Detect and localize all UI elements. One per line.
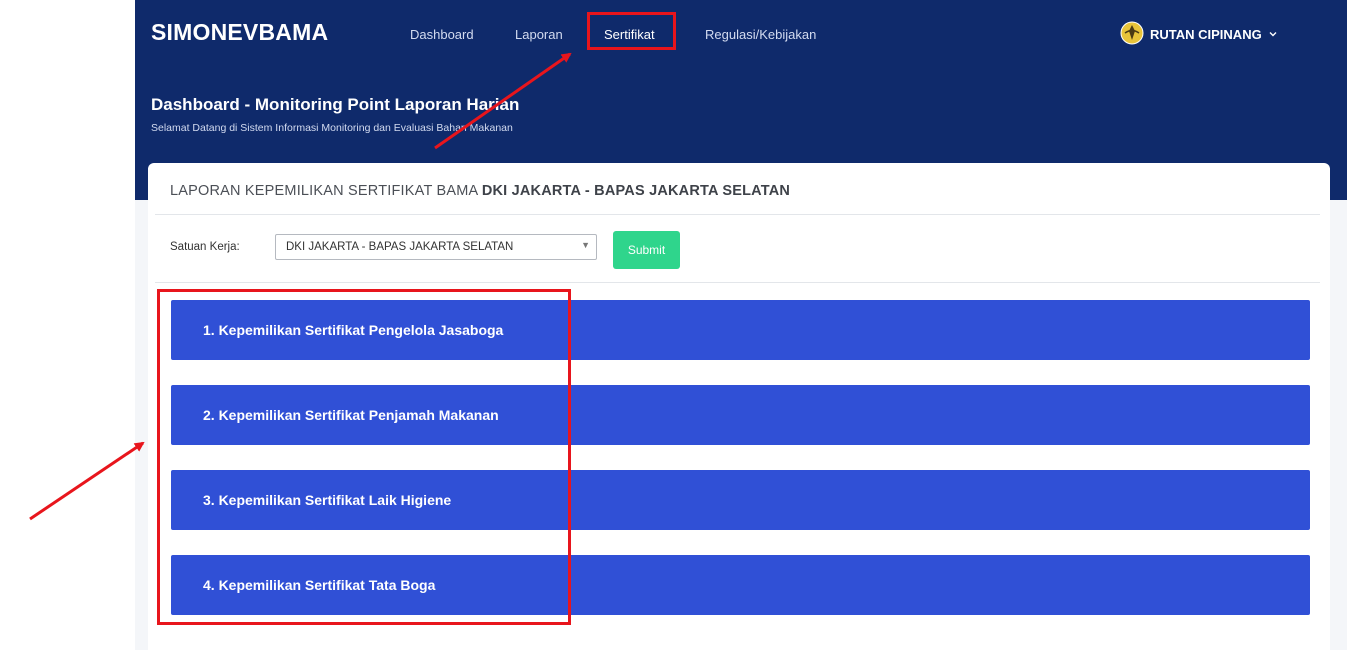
arrow-to-sections	[29, 441, 145, 521]
annotation-arrows	[29, 52, 572, 521]
arrow-to-nav	[434, 52, 572, 150]
